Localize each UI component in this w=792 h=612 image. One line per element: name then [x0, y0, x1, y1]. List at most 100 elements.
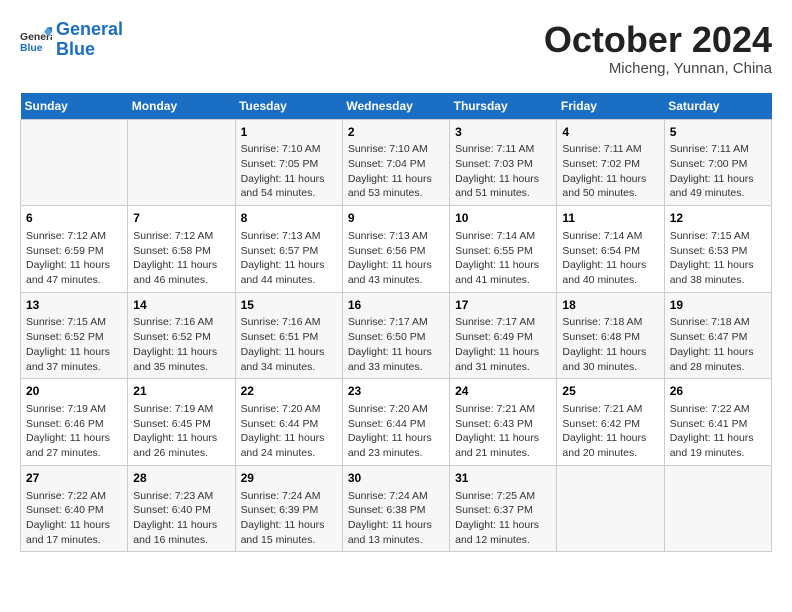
cell-info: Sunrise: 7:19 AM Sunset: 6:45 PM Dayligh…: [133, 402, 229, 461]
day-number: 31: [455, 470, 551, 487]
cell-info: Sunrise: 7:18 AM Sunset: 6:48 PM Dayligh…: [562, 315, 658, 374]
logo-text: General: [56, 20, 123, 40]
day-number: 30: [348, 470, 444, 487]
logo: General Blue General Blue: [20, 20, 123, 60]
day-number: 26: [670, 383, 766, 400]
logo-subtext: Blue: [56, 40, 123, 60]
calendar-week-row: 1Sunrise: 7:10 AM Sunset: 7:05 PM Daylig…: [21, 119, 772, 206]
calendar-cell: 18Sunrise: 7:18 AM Sunset: 6:48 PM Dayli…: [557, 292, 664, 379]
day-number: 6: [26, 210, 122, 227]
day-number: 14: [133, 297, 229, 314]
calendar-cell: 17Sunrise: 7:17 AM Sunset: 6:49 PM Dayli…: [450, 292, 557, 379]
calendar-cell: 16Sunrise: 7:17 AM Sunset: 6:50 PM Dayli…: [342, 292, 449, 379]
calendar-cell: 10Sunrise: 7:14 AM Sunset: 6:55 PM Dayli…: [450, 206, 557, 293]
day-number: 25: [562, 383, 658, 400]
cell-info: Sunrise: 7:22 AM Sunset: 6:40 PM Dayligh…: [26, 489, 122, 548]
calendar-cell: [21, 119, 128, 206]
calendar-cell: [664, 465, 771, 552]
cell-info: Sunrise: 7:15 AM Sunset: 6:53 PM Dayligh…: [670, 229, 766, 288]
calendar-week-row: 13Sunrise: 7:15 AM Sunset: 6:52 PM Dayli…: [21, 292, 772, 379]
day-header-wednesday: Wednesday: [342, 93, 449, 120]
day-number: 4: [562, 124, 658, 141]
day-number: 2: [348, 124, 444, 141]
calendar-cell: 9 Sunrise: 7:13 AM Sunset: 6:56 PM Daylig…: [342, 206, 449, 293]
day-header-saturday: Saturday: [664, 93, 771, 120]
svg-text:Blue: Blue: [20, 43, 43, 54]
cell-info: Sunrise: 7:24 AM Sunset: 6:38 PM Dayligh…: [348, 489, 444, 548]
calendar-cell: 4Sunrise: 7:11 AM Sunset: 7:02 PM Daylig…: [557, 119, 664, 206]
day-number: 7: [133, 210, 229, 227]
calendar-week-row: 6 Sunrise: 7:12 AM Sunset: 6:59 PM Daylig…: [21, 206, 772, 293]
cell-info: Sunrise: 7:15 AM Sunset: 6:52 PM Dayligh…: [26, 315, 122, 374]
cell-info: Sunrise: 7:22 AM Sunset: 6:41 PM Dayligh…: [670, 402, 766, 461]
calendar-cell: 28 Sunrise: 7:23 AM Sunset: 6:40 PM Dayli…: [128, 465, 235, 552]
location: Micheng, Yunnan, China: [544, 60, 772, 77]
calendar-week-row: 27Sunrise: 7:22 AM Sunset: 6:40 PM Dayli…: [21, 465, 772, 552]
day-number: 15: [241, 297, 337, 314]
calendar-cell: 26 Sunrise: 7:22 AM Sunset: 6:41 PM Dayli…: [664, 379, 771, 466]
cell-info: Sunrise: 7:11 AM Sunset: 7:00 PM Dayligh…: [670, 142, 766, 201]
calendar-cell: 8 Sunrise: 7:13 AM Sunset: 6:57 PM Daylig…: [235, 206, 342, 293]
day-number: 23: [348, 383, 444, 400]
day-number: 11: [562, 210, 658, 227]
cell-info: Sunrise: 7:20 AM Sunset: 6:44 PM Dayligh…: [348, 402, 444, 461]
day-header-monday: Monday: [128, 93, 235, 120]
day-number: 3: [455, 124, 551, 141]
cell-info: Sunrise: 7:25 AM Sunset: 6:37 PM Dayligh…: [455, 489, 551, 548]
cell-info: Sunrise: 7:12 AM Sunset: 6:58 PM Dayligh…: [133, 229, 229, 288]
calendar-cell: 20 Sunrise: 7:19 AM Sunset: 6:46 PM Dayli…: [21, 379, 128, 466]
cell-info: Sunrise: 7:17 AM Sunset: 6:49 PM Dayligh…: [455, 315, 551, 374]
cell-info: Sunrise: 7:13 AM Sunset: 6:56 PM Dayligh…: [348, 229, 444, 288]
cell-info: Sunrise: 7:13 AM Sunset: 6:57 PM Dayligh…: [241, 229, 337, 288]
calendar-header-row: SundayMondayTuesdayWednesdayThursdayFrid…: [21, 93, 772, 120]
calendar-cell: 7 Sunrise: 7:12 AM Sunset: 6:58 PM Daylig…: [128, 206, 235, 293]
day-number: 1: [241, 124, 337, 141]
cell-info: Sunrise: 7:20 AM Sunset: 6:44 PM Dayligh…: [241, 402, 337, 461]
day-number: 10: [455, 210, 551, 227]
logo-icon: General Blue: [20, 24, 52, 56]
day-number: 8: [241, 210, 337, 227]
cell-info: Sunrise: 7:18 AM Sunset: 6:47 PM Dayligh…: [670, 315, 766, 374]
cell-info: Sunrise: 7:21 AM Sunset: 6:42 PM Dayligh…: [562, 402, 658, 461]
day-number: 28: [133, 470, 229, 487]
day-number: 22: [241, 383, 337, 400]
day-header-tuesday: Tuesday: [235, 93, 342, 120]
day-number: 21: [133, 383, 229, 400]
calendar-cell: 23 Sunrise: 7:20 AM Sunset: 6:44 PM Dayli…: [342, 379, 449, 466]
calendar-cell: 30 Sunrise: 7:24 AM Sunset: 6:38 PM Dayli…: [342, 465, 449, 552]
calendar-table: SundayMondayTuesdayWednesdayThursdayFrid…: [20, 93, 772, 553]
calendar-cell: [128, 119, 235, 206]
cell-info: Sunrise: 7:16 AM Sunset: 6:52 PM Dayligh…: [133, 315, 229, 374]
cell-info: Sunrise: 7:21 AM Sunset: 6:43 PM Dayligh…: [455, 402, 551, 461]
cell-info: Sunrise: 7:11 AM Sunset: 7:02 PM Dayligh…: [562, 142, 658, 201]
day-header-friday: Friday: [557, 93, 664, 120]
calendar-cell: 31 Sunrise: 7:25 AM Sunset: 6:37 PM Dayli…: [450, 465, 557, 552]
day-number: 16: [348, 297, 444, 314]
calendar-cell: 24Sunrise: 7:21 AM Sunset: 6:43 PM Dayli…: [450, 379, 557, 466]
day-number: 9: [348, 210, 444, 227]
calendar-cell: 29 Sunrise: 7:24 AM Sunset: 6:39 PM Dayli…: [235, 465, 342, 552]
day-number: 19: [670, 297, 766, 314]
calendar-week-row: 20 Sunrise: 7:19 AM Sunset: 6:46 PM Dayli…: [21, 379, 772, 466]
day-header-sunday: Sunday: [21, 93, 128, 120]
day-number: 13: [26, 297, 122, 314]
day-number: 18: [562, 297, 658, 314]
calendar-cell: 6 Sunrise: 7:12 AM Sunset: 6:59 PM Daylig…: [21, 206, 128, 293]
month-title: October 2024: [544, 20, 772, 60]
calendar-cell: 11Sunrise: 7:14 AM Sunset: 6:54 PM Dayli…: [557, 206, 664, 293]
calendar-cell: 2Sunrise: 7:10 AM Sunset: 7:04 PM Daylig…: [342, 119, 449, 206]
cell-info: Sunrise: 7:23 AM Sunset: 6:40 PM Dayligh…: [133, 489, 229, 548]
cell-info: Sunrise: 7:12 AM Sunset: 6:59 PM Dayligh…: [26, 229, 122, 288]
day-number: 20: [26, 383, 122, 400]
title-block: October 2024 Micheng, Yunnan, China: [544, 20, 772, 77]
day-number: 29: [241, 470, 337, 487]
calendar-cell: 1Sunrise: 7:10 AM Sunset: 7:05 PM Daylig…: [235, 119, 342, 206]
calendar-cell: 21 Sunrise: 7:19 AM Sunset: 6:45 PM Dayli…: [128, 379, 235, 466]
cell-info: Sunrise: 7:10 AM Sunset: 7:04 PM Dayligh…: [348, 142, 444, 201]
cell-info: Sunrise: 7:24 AM Sunset: 6:39 PM Dayligh…: [241, 489, 337, 548]
calendar-cell: 5Sunrise: 7:11 AM Sunset: 7:00 PM Daylig…: [664, 119, 771, 206]
cell-info: Sunrise: 7:11 AM Sunset: 7:03 PM Dayligh…: [455, 142, 551, 201]
cell-info: Sunrise: 7:17 AM Sunset: 6:50 PM Dayligh…: [348, 315, 444, 374]
calendar-cell: 19Sunrise: 7:18 AM Sunset: 6:47 PM Dayli…: [664, 292, 771, 379]
cell-info: Sunrise: 7:19 AM Sunset: 6:46 PM Dayligh…: [26, 402, 122, 461]
